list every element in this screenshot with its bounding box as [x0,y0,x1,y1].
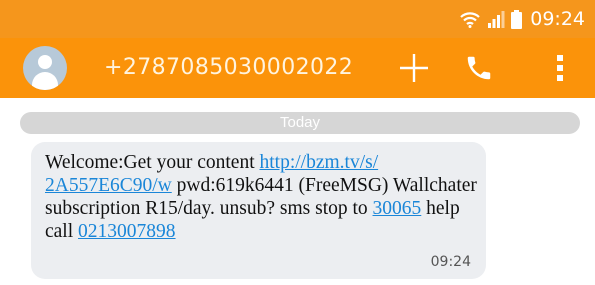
battery-icon [511,9,523,29]
message-text-part: Welcome:Get your content [45,152,260,173]
more-vert-icon [557,55,563,81]
add-icon [400,54,428,82]
person-icon [38,55,52,69]
contact-avatar[interactable] [23,46,67,90]
message-body: Welcome:Get your content http://bzm.tv/s… [45,151,485,243]
phone-icon [467,56,491,80]
status-time: 09:24 [530,8,585,30]
add-button[interactable] [392,46,436,90]
overflow-menu-button[interactable] [542,46,578,90]
date-divider: Today [20,112,580,134]
short-code-link[interactable]: 30065 [373,198,422,219]
message-timestamp: 09:24 [430,254,471,270]
message-bubble[interactable]: Welcome:Get your content http://bzm.tv/s… [31,142,486,279]
status-bar: 09:24 [0,0,595,38]
conversation-header: +2787085030002022 [0,38,595,98]
wifi-icon [460,12,480,28]
signal-icon [488,11,505,28]
phone-number-link[interactable]: 0213007898 [78,221,176,242]
call-button[interactable] [457,46,501,90]
status-icons: 09:24 [459,7,585,31]
contact-title[interactable]: +2787085030002022 [104,55,353,80]
